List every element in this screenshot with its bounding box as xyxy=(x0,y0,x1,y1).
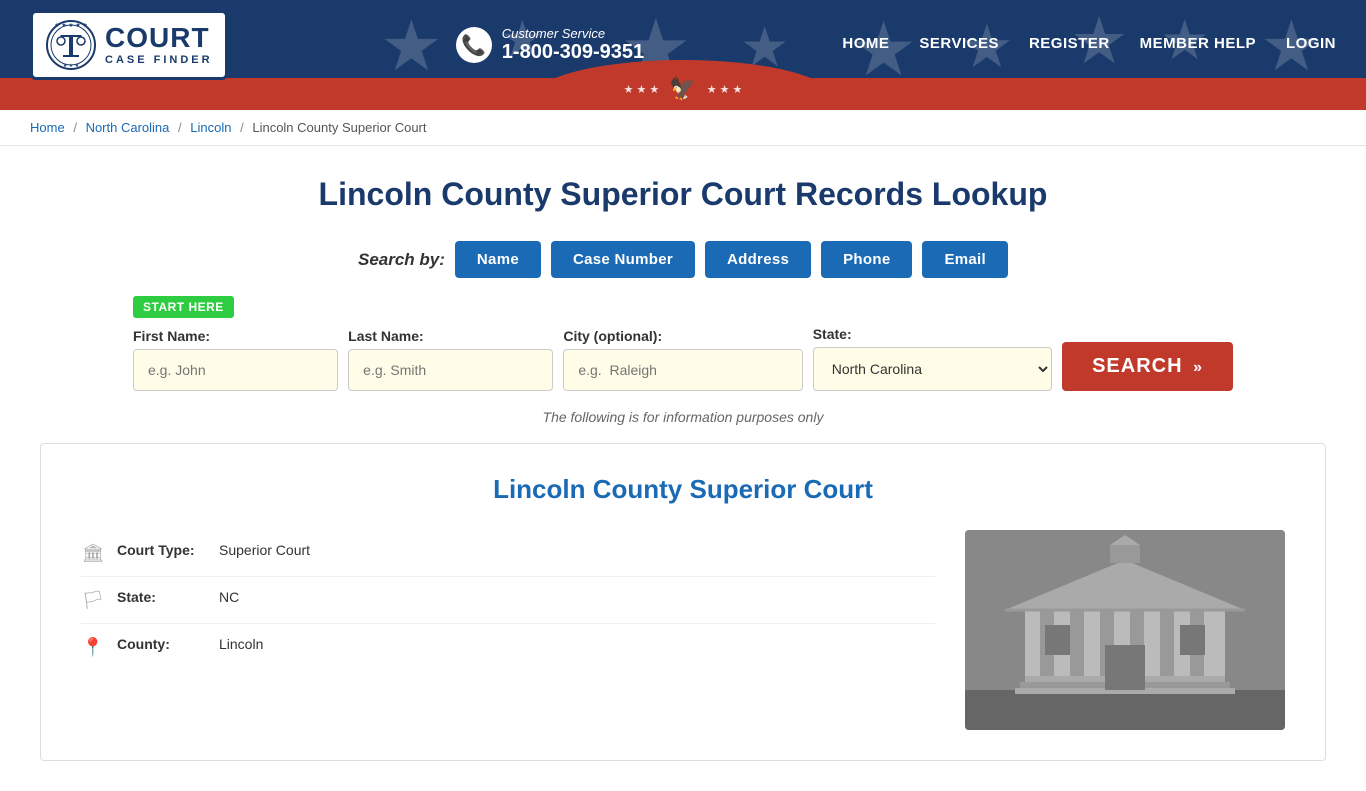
county-row: 📍 County: Lincoln xyxy=(81,624,935,670)
breadcrumb-sep-2: / xyxy=(178,120,182,135)
breadcrumb-home[interactable]: Home xyxy=(30,120,65,135)
court-details: 🏛 Court Type: Superior Court 🏳 State: NC… xyxy=(81,530,935,730)
form-group-lastname: Last Name: xyxy=(348,328,553,391)
cs-info: Customer Service 1-800-309-9351 xyxy=(502,26,644,64)
header-inner: ★ ★ ★ ★ ★ ★ ★ ★ COURT CASE FINDER xyxy=(0,0,1366,90)
site-header: ★ ★ ★ ★ ★ ★ ★ ★ ★ ★ ★ ★ ★ ★ xyxy=(0,0,1366,110)
nav-register[interactable]: REGISTER xyxy=(1029,35,1110,56)
start-here-badge: START HERE xyxy=(133,296,234,318)
logo-box: ★ ★ ★ ★ ★ ★ ★ ★ COURT CASE FINDER xyxy=(30,10,228,80)
last-name-label: Last Name: xyxy=(348,328,553,344)
page-title: Lincoln County Superior Court Records Lo… xyxy=(40,176,1326,213)
logo-text: COURT CASE FINDER xyxy=(105,24,213,66)
court-info-body: 🏛 Court Type: Superior Court 🏳 State: NC… xyxy=(81,530,1285,730)
court-info-section: Lincoln County Superior Court 🏛 Court Ty… xyxy=(40,443,1326,761)
customer-service: 📞 Customer Service 1-800-309-9351 xyxy=(456,26,644,64)
tab-name[interactable]: Name xyxy=(455,241,541,278)
state-info-value: NC xyxy=(219,589,239,605)
tab-address[interactable]: Address xyxy=(705,241,811,278)
main-nav: HOME SERVICES REGISTER MEMBER HELP LOGIN xyxy=(842,35,1336,56)
svg-text:★ ★ ★ ★ ★: ★ ★ ★ ★ ★ xyxy=(54,22,88,29)
info-note: The following is for information purpose… xyxy=(40,409,1326,425)
form-group-city: City (optional): xyxy=(563,328,802,391)
search-by-row: Search by: Name Case Number Address Phon… xyxy=(40,241,1326,278)
nav-home[interactable]: HOME xyxy=(842,35,889,56)
breadcrumb-state[interactable]: North Carolina xyxy=(86,120,170,135)
court-image xyxy=(965,530,1285,730)
building-icon: 🏛 xyxy=(81,543,105,564)
breadcrumb-sep-1: / xyxy=(73,120,77,135)
logo-court-text: COURT xyxy=(105,24,210,52)
state-label: State: xyxy=(813,326,1052,342)
breadcrumb-current: Lincoln County Superior Court xyxy=(252,120,426,135)
logo-area: ★ ★ ★ ★ ★ ★ ★ ★ COURT CASE FINDER xyxy=(30,10,228,80)
state-select[interactable]: North Carolina Alabama Alaska Arizona Ar… xyxy=(813,347,1052,391)
court-type-row: 🏛 Court Type: Superior Court xyxy=(81,530,935,577)
svg-text:★ ★ ★: ★ ★ ★ xyxy=(63,63,80,69)
tab-case-number[interactable]: Case Number xyxy=(551,241,695,278)
court-type-label: Court Type: xyxy=(117,542,207,558)
first-name-label: First Name: xyxy=(133,328,338,344)
cs-label: Customer Service xyxy=(502,26,644,41)
nav-services[interactable]: SERVICES xyxy=(919,35,999,56)
search-form-row: First Name: Last Name: City (optional): … xyxy=(133,326,1233,391)
breadcrumb-county[interactable]: Lincoln xyxy=(190,120,231,135)
search-btn-arrows: » xyxy=(1193,359,1203,376)
search-form-area: START HERE First Name: Last Name: City (… xyxy=(133,296,1233,391)
tab-email[interactable]: Email xyxy=(922,241,1008,278)
nav-login[interactable]: LOGIN xyxy=(1286,35,1336,56)
court-info-title: Lincoln County Superior Court xyxy=(81,474,1285,505)
first-name-input[interactable] xyxy=(133,349,338,391)
logo-case-finder-text: CASE FINDER xyxy=(105,54,213,66)
logo-emblem: ★ ★ ★ ★ ★ ★ ★ ★ xyxy=(45,19,97,71)
form-group-firstname: First Name: xyxy=(133,328,338,391)
location-icon: 📍 xyxy=(81,637,105,658)
flag-icon: 🏳 xyxy=(81,590,105,611)
court-type-value: Superior Court xyxy=(219,542,310,558)
search-btn-label: SEARCH xyxy=(1092,355,1182,377)
state-row: 🏳 State: NC xyxy=(81,577,935,624)
cs-phone: 1-800-309-9351 xyxy=(502,41,644,64)
main-content: Lincoln County Superior Court Records Lo… xyxy=(0,146,1366,791)
tab-phone[interactable]: Phone xyxy=(821,241,912,278)
phone-icon: 📞 xyxy=(456,27,492,63)
court-image-area xyxy=(965,530,1285,730)
city-label: City (optional): xyxy=(563,328,802,344)
nav-member-help[interactable]: MEMBER HELP xyxy=(1140,35,1256,56)
breadcrumb-sep-3: / xyxy=(240,120,244,135)
search-by-label: Search by: xyxy=(358,250,445,270)
form-group-state: State: North Carolina Alabama Alaska Ari… xyxy=(813,326,1052,391)
state-info-label: State: xyxy=(117,589,207,605)
breadcrumb: Home / North Carolina / Lincoln / Lincol… xyxy=(0,110,1366,146)
search-button[interactable]: SEARCH » xyxy=(1062,342,1233,391)
county-value: Lincoln xyxy=(219,636,263,652)
city-input[interactable] xyxy=(563,349,802,391)
county-label: County: xyxy=(117,636,207,652)
last-name-input[interactable] xyxy=(348,349,553,391)
courthouse-svg xyxy=(965,530,1285,730)
